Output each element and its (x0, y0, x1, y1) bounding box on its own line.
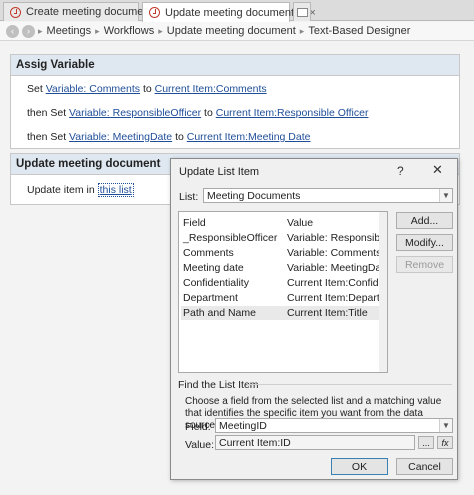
field-select-value: MeetingID (219, 420, 267, 432)
chevron-right-icon: ▸ (95, 25, 100, 36)
breadcrumb-item-meetings[interactable]: Meetings (47, 25, 92, 37)
value-label: Value: (185, 439, 214, 451)
field-cell: _ResponsibleOfficer (183, 232, 278, 244)
dialog-title: Update List Item (179, 166, 260, 178)
value-cell: Variable: Comments (287, 247, 382, 259)
new-tab-button[interactable] (293, 2, 311, 21)
action-text: to (140, 83, 155, 95)
ok-button[interactable]: OK (331, 458, 388, 475)
tab-update-meeting-document[interactable]: Update meeting document * × (142, 2, 316, 22)
column-header-value: Value (287, 217, 314, 229)
tab-bar: Create meeting document Update meeting d… (0, 0, 474, 22)
field-value-list[interactable]: Field Value _ResponsibleOfficer Variable… (178, 211, 388, 373)
variable-link[interactable]: Variable: Comments (46, 83, 140, 95)
step-title[interactable]: Assig Variable (11, 55, 459, 76)
field-cell: Department (183, 292, 238, 304)
chevron-down-icon[interactable]: ▼ (439, 189, 452, 202)
value-field[interactable]: Current Item:ID (215, 435, 415, 450)
group-divider (247, 384, 452, 385)
update-list-item-dialog: Update List Item ? ✕ List: Meeting Docum… (170, 158, 458, 480)
list-item[interactable]: Confidentiality Current Item:Confiden... (181, 276, 385, 290)
cancel-button[interactable]: Cancel (396, 458, 453, 475)
field-cell: Confidentiality (183, 277, 249, 289)
list-select-value: Meeting Documents (207, 190, 301, 202)
modify-button[interactable]: Modify... (396, 234, 453, 251)
tab-label: Update meeting document * (165, 6, 302, 19)
browse-button[interactable]: ... (418, 436, 434, 449)
action-text: then Set (27, 107, 70, 119)
action-text: then Set (27, 131, 70, 143)
field-cell: Path and Name (183, 307, 256, 319)
add-button[interactable]: Add... (396, 212, 453, 229)
back-button[interactable]: ‹ (6, 24, 19, 38)
list-header: Field Value (181, 216, 385, 230)
field-label: Field: (185, 421, 211, 433)
list-scrollbar[interactable] (379, 212, 387, 372)
step-assign-variable: Assig Variable Set Variable: Comments to… (10, 54, 460, 149)
value-cell: Variable: ResponsibleO... (287, 232, 385, 244)
workflow-icon (149, 7, 160, 18)
action-line: Set Variable: Comments to Current Item:C… (27, 83, 267, 95)
value-link[interactable]: Current Item:Responsible Officer (216, 107, 369, 119)
find-group-label: Find the List Item (178, 379, 259, 391)
list-item[interactable]: _ResponsibleOfficer Variable: Responsibl… (181, 231, 385, 245)
this-list-link[interactable]: this list (97, 183, 134, 197)
list-item[interactable]: Comments Variable: Comments (181, 246, 385, 260)
breadcrumb-item-workflows[interactable]: Workflows (104, 25, 155, 37)
remove-button[interactable]: Remove (396, 256, 453, 273)
list-select[interactable]: Meeting Documents ▼ (203, 188, 453, 203)
list-item-selected[interactable]: Path and Name Current Item:Title (181, 306, 385, 320)
close-button[interactable]: ✕ (432, 162, 443, 178)
value-cell: Variable: MeetingDate (287, 262, 385, 274)
value-link[interactable]: Current Item:Meeting Date (187, 131, 311, 143)
list-label: List: (179, 191, 199, 203)
action-text: Set (27, 83, 46, 95)
value-link[interactable]: Current Item:Comments (155, 83, 267, 95)
chevron-right-icon: ▸ (158, 25, 163, 36)
chevron-down-icon[interactable]: ▼ (439, 419, 452, 432)
list-item[interactable]: Department Current Item:Departm... (181, 291, 385, 305)
variable-link[interactable]: Variable: ResponsibleOfficer (69, 107, 201, 119)
new-tab-icon (296, 7, 308, 17)
field-select[interactable]: MeetingID ▼ (215, 418, 453, 433)
column-header-field: Field (183, 217, 206, 229)
value-cell: Current Item:Departm... (287, 292, 385, 304)
tab-label: Create meeting document (26, 6, 153, 18)
breadcrumb-item-designer[interactable]: Text-Based Designer (308, 25, 410, 37)
value-cell: Current Item:Confiden... (287, 277, 385, 289)
field-cell: Comments (183, 247, 234, 259)
value-cell: Current Item:Title (287, 307, 368, 319)
chevron-right-icon: ▸ (38, 25, 43, 36)
help-button[interactable]: ? (397, 164, 404, 178)
action-line: then Set Variable: MeetingDate to Curren… (27, 131, 310, 143)
function-icon[interactable]: fx (437, 436, 453, 449)
tab-create-meeting-document[interactable]: Create meeting document (3, 2, 153, 21)
list-item[interactable]: Meeting date Variable: MeetingDate (181, 261, 385, 275)
forward-button[interactable]: › (22, 24, 35, 38)
field-cell: Meeting date (183, 262, 244, 274)
action-text: Update item in (27, 184, 98, 196)
breadcrumb: ‹ › ▸ Meetings ▸ Workflows ▸ Update meet… (0, 22, 474, 41)
action-line: Update item in this list (27, 183, 134, 197)
action-text: to (201, 107, 216, 119)
chevron-right-icon: ▸ (299, 25, 305, 36)
value-field-text: Current Item:ID (219, 437, 291, 449)
workflow-icon (10, 6, 21, 18)
breadcrumb-item-workflow[interactable]: Update meeting document (167, 25, 296, 37)
variable-link[interactable]: Variable: MeetingDate (69, 131, 172, 143)
action-line: then Set Variable: ResponsibleOfficer to… (27, 107, 368, 119)
action-text: to (172, 131, 187, 143)
